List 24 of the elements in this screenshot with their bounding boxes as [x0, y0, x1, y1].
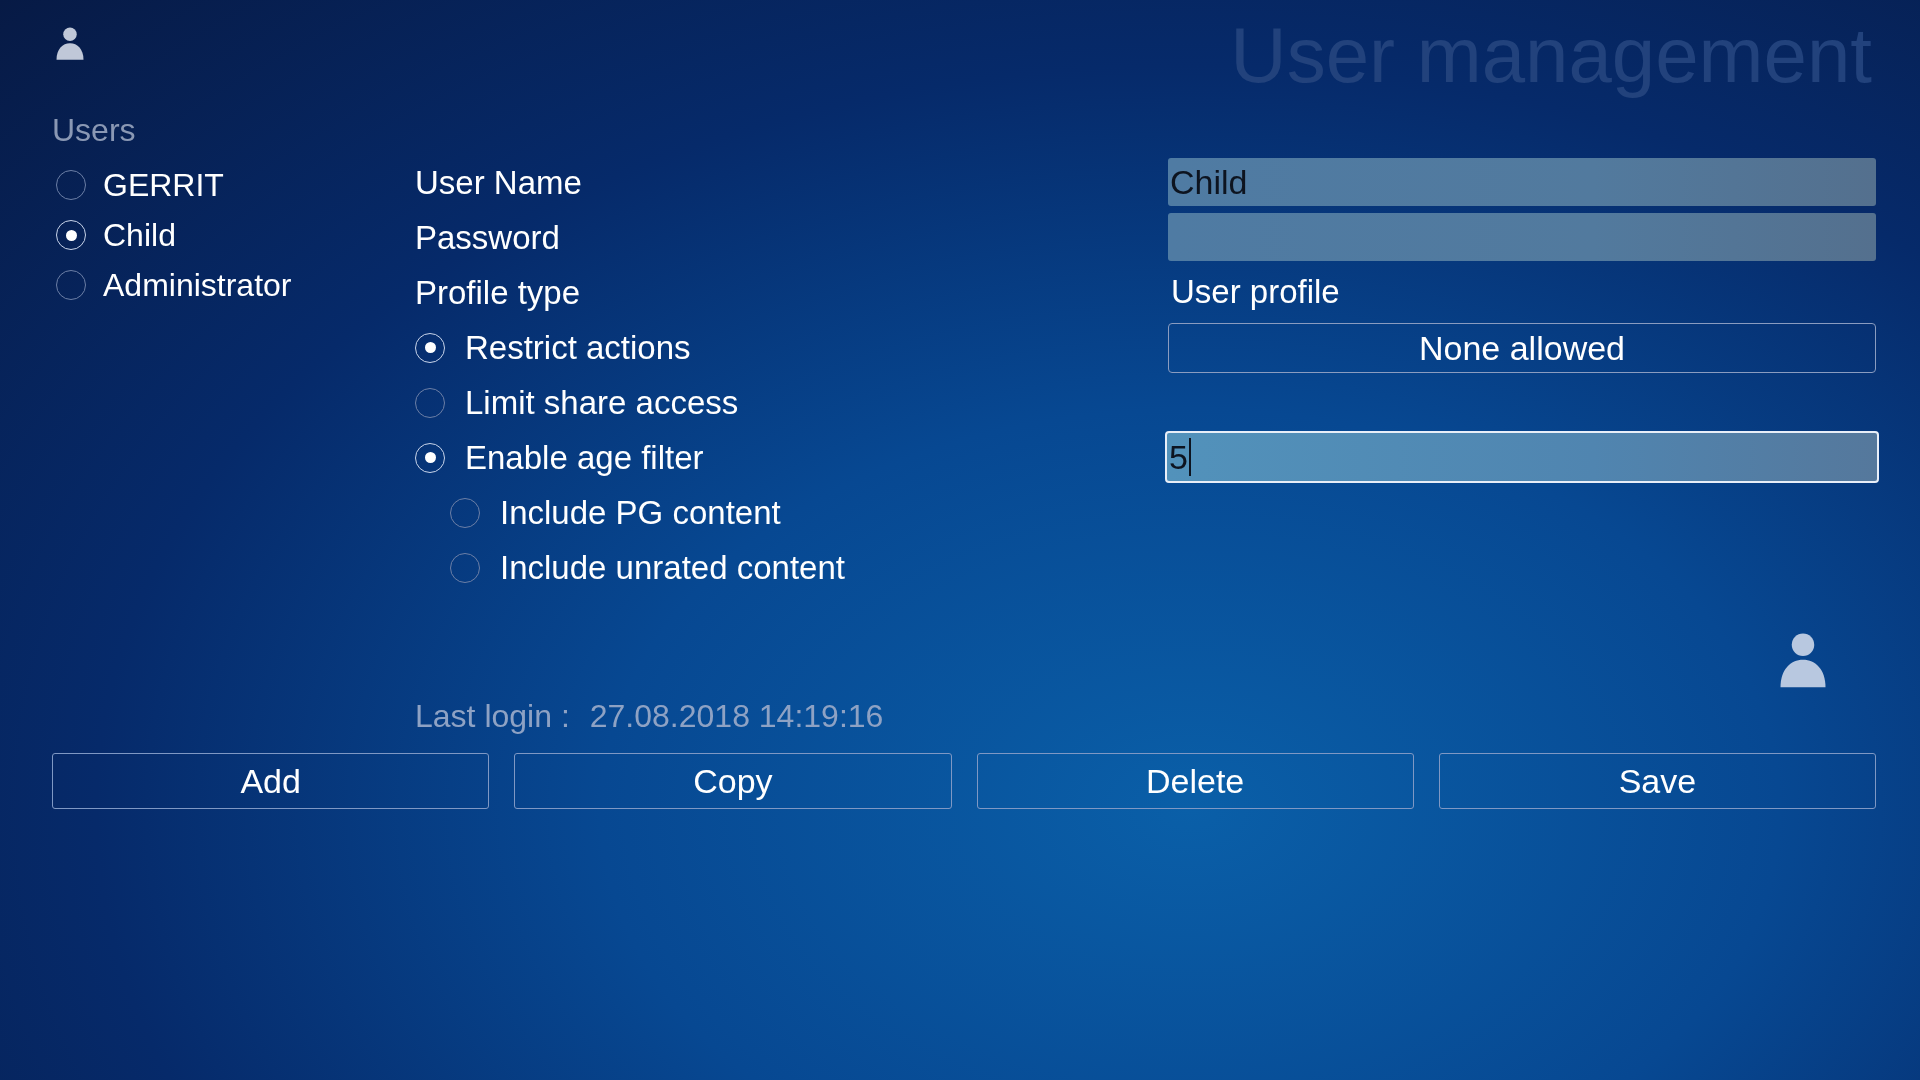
user-profile-button[interactable]: None allowed — [1168, 323, 1876, 373]
user-profile-label: User profile — [1170, 272, 1341, 313]
option-label[interactable]: Enable age filter — [465, 432, 704, 483]
user-option[interactable]: Child — [103, 211, 176, 259]
user-option[interactable]: GERRIT — [103, 161, 224, 209]
field-label: Profile type — [415, 272, 582, 313]
action-button[interactable]: Save — [1438, 753, 1876, 809]
field-label: Password — [415, 217, 561, 258]
user-icon — [55, 26, 85, 62]
user-name-field[interactable]: Child — [1168, 158, 1876, 206]
option-label[interactable]: Restrict actions — [465, 322, 691, 373]
action-button[interactable]: Add — [52, 753, 490, 809]
field-label: User Name — [415, 162, 583, 203]
option-label[interactable]: Include PG content — [500, 487, 781, 538]
action-button[interactable]: Copy — [514, 753, 952, 809]
last-login-label: Last login : — [415, 697, 570, 736]
age-field[interactable]: 5 — [1165, 431, 1879, 483]
action-button[interactable]: Delete — [976, 753, 1414, 809]
users-heading: Users — [52, 111, 137, 150]
user-option[interactable]: Administrator — [103, 261, 292, 309]
option-label[interactable]: Limit share access — [465, 377, 739, 428]
last-login-value: 27.08.2018 14:19:16 — [589, 697, 884, 736]
option-label[interactable]: Include unrated content — [500, 542, 845, 593]
password-field[interactable] — [1168, 213, 1876, 261]
